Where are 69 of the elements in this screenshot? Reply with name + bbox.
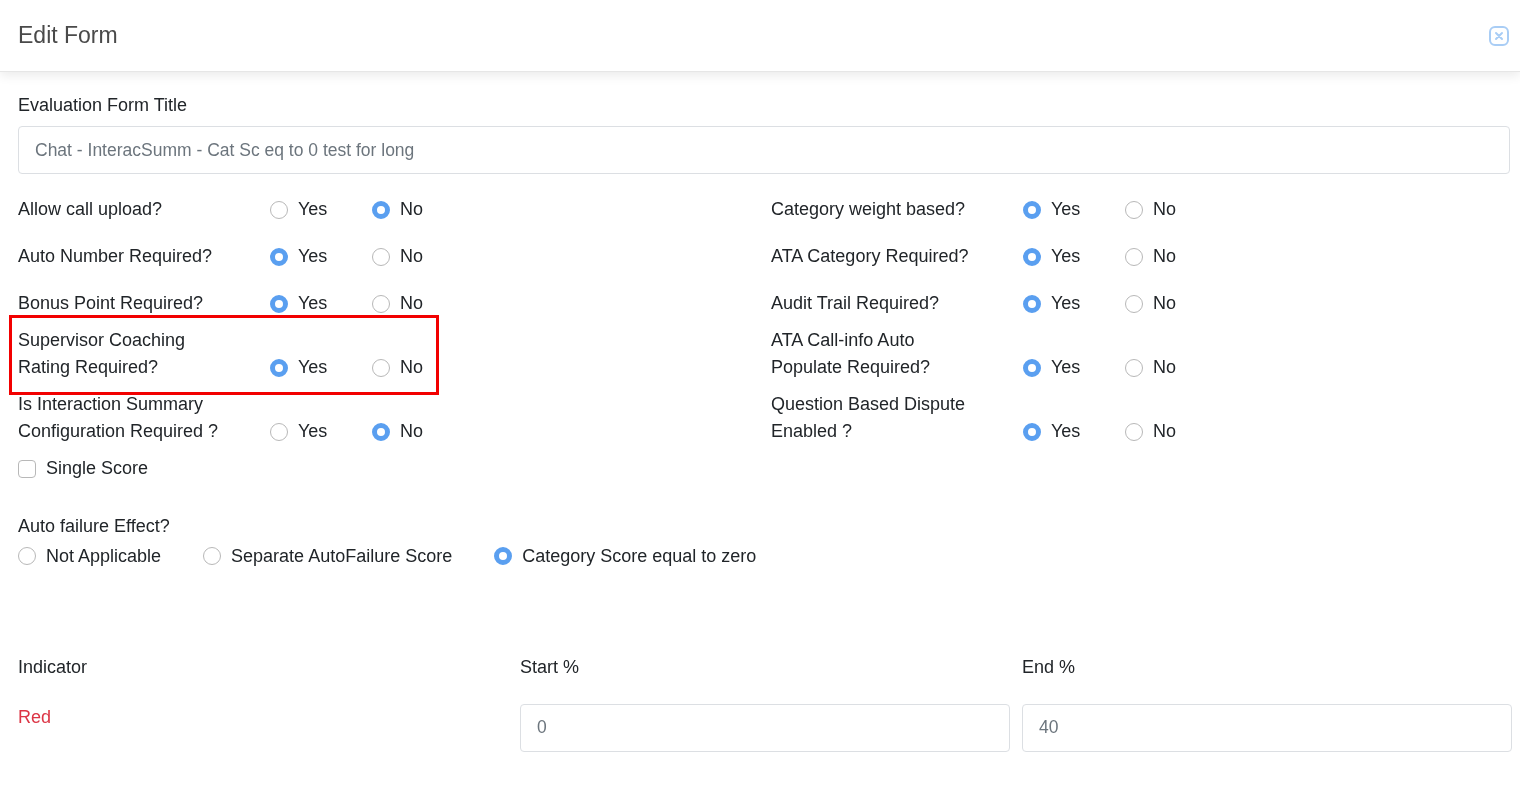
radio-option[interactable]: Not Applicable (18, 542, 162, 570)
radio-icon[interactable] (1023, 200, 1041, 219)
column-header: End % (1022, 655, 1077, 679)
end-input[interactable]: 40 (1022, 703, 1512, 752)
question-label: Is Interaction Summary Configuration Required ? (18, 393, 220, 443)
question-label: Question Based Dispute Enabled ? (771, 393, 967, 443)
radio-option[interactable]: No (1125, 290, 1227, 317)
radio-icon[interactable] (1125, 422, 1143, 441)
question-label: Allow call upload? (18, 198, 164, 221)
radio-option[interactable]: Yes (1023, 354, 1125, 381)
radio-option[interactable]: No (1125, 243, 1227, 270)
radio-option[interactable]: Separate AutoFailure Score (203, 542, 453, 570)
question-label: ATA Category Required? (771, 245, 970, 268)
question-label: Auto Number Required? (18, 245, 214, 268)
radio-option[interactable]: Yes (270, 418, 372, 445)
column-header: Indicator (18, 655, 89, 679)
radio-option[interactable]: No (372, 196, 474, 223)
radio-icon[interactable] (270, 247, 288, 266)
question-label: Category weight based? (771, 198, 967, 221)
radio-option[interactable]: Category Score equal to zero (494, 542, 757, 570)
radio-icon[interactable] (203, 547, 222, 565)
radio-icon[interactable] (270, 422, 288, 441)
radio-option[interactable]: No (1125, 354, 1227, 381)
column-header: Start % (520, 655, 581, 679)
radio-option[interactable]: No (372, 354, 474, 381)
radio-icon[interactable] (372, 294, 390, 313)
radio-icon[interactable] (270, 358, 288, 377)
radio-option[interactable]: No (1125, 196, 1227, 223)
radio-icon[interactable] (1023, 247, 1041, 266)
radio-option[interactable]: Yes (270, 290, 372, 317)
title-input[interactable]: Chat - InteracSumm - Cat Sc eq to 0 test for long (18, 126, 1510, 174)
radio-icon[interactable] (1023, 294, 1041, 313)
radio-option[interactable]: Yes (270, 196, 372, 223)
radio-icon[interactable] (372, 358, 390, 377)
field-label: Evaluation Form Title (18, 94, 189, 117)
question-label: Supervisor Coaching Rating Required? (18, 329, 187, 379)
radio-option[interactable]: No (372, 290, 474, 317)
radio-option[interactable]: No (1125, 418, 1227, 445)
radio-option[interactable]: Yes (270, 354, 372, 381)
question-label: Audit Trail Required? (771, 292, 941, 315)
close-icon[interactable] (1488, 24, 1510, 47)
dialog-title: Edit Form (18, 22, 118, 49)
radio-option[interactable]: Yes (1023, 243, 1125, 270)
radio-icon[interactable] (372, 247, 390, 266)
radio-icon[interactable] (1125, 294, 1143, 313)
radio-icon[interactable] (1125, 200, 1143, 219)
indicator-label: Red (18, 705, 53, 729)
radio-icon[interactable] (494, 547, 513, 565)
radio-option[interactable]: No (372, 243, 474, 270)
question-label: Bonus Point Required? (18, 292, 205, 315)
radio-icon[interactable] (270, 200, 288, 219)
radio-icon[interactable] (18, 547, 36, 565)
checkbox-option[interactable]: Single Score (18, 455, 149, 482)
radio-option[interactable]: Yes (270, 243, 372, 270)
checkbox-icon[interactable] (18, 459, 36, 478)
radio-option[interactable]: No (372, 418, 474, 445)
radio-icon[interactable] (372, 200, 390, 219)
radio-icon[interactable] (1125, 247, 1143, 266)
radio-option[interactable]: Yes (1023, 290, 1125, 317)
radio-option[interactable]: Yes (1023, 418, 1125, 445)
radio-icon[interactable] (270, 294, 288, 313)
radio-icon[interactable] (372, 422, 390, 441)
radio-icon[interactable] (1125, 358, 1143, 377)
radio-icon[interactable] (1023, 422, 1041, 441)
radio-icon[interactable] (1023, 358, 1041, 377)
radio-option[interactable]: Yes (1023, 196, 1125, 223)
start-input[interactable]: 0 (520, 703, 1010, 752)
field-label: Auto failure Effect? (18, 514, 171, 538)
question-label: ATA Call-info Auto Populate Required? (771, 329, 932, 379)
